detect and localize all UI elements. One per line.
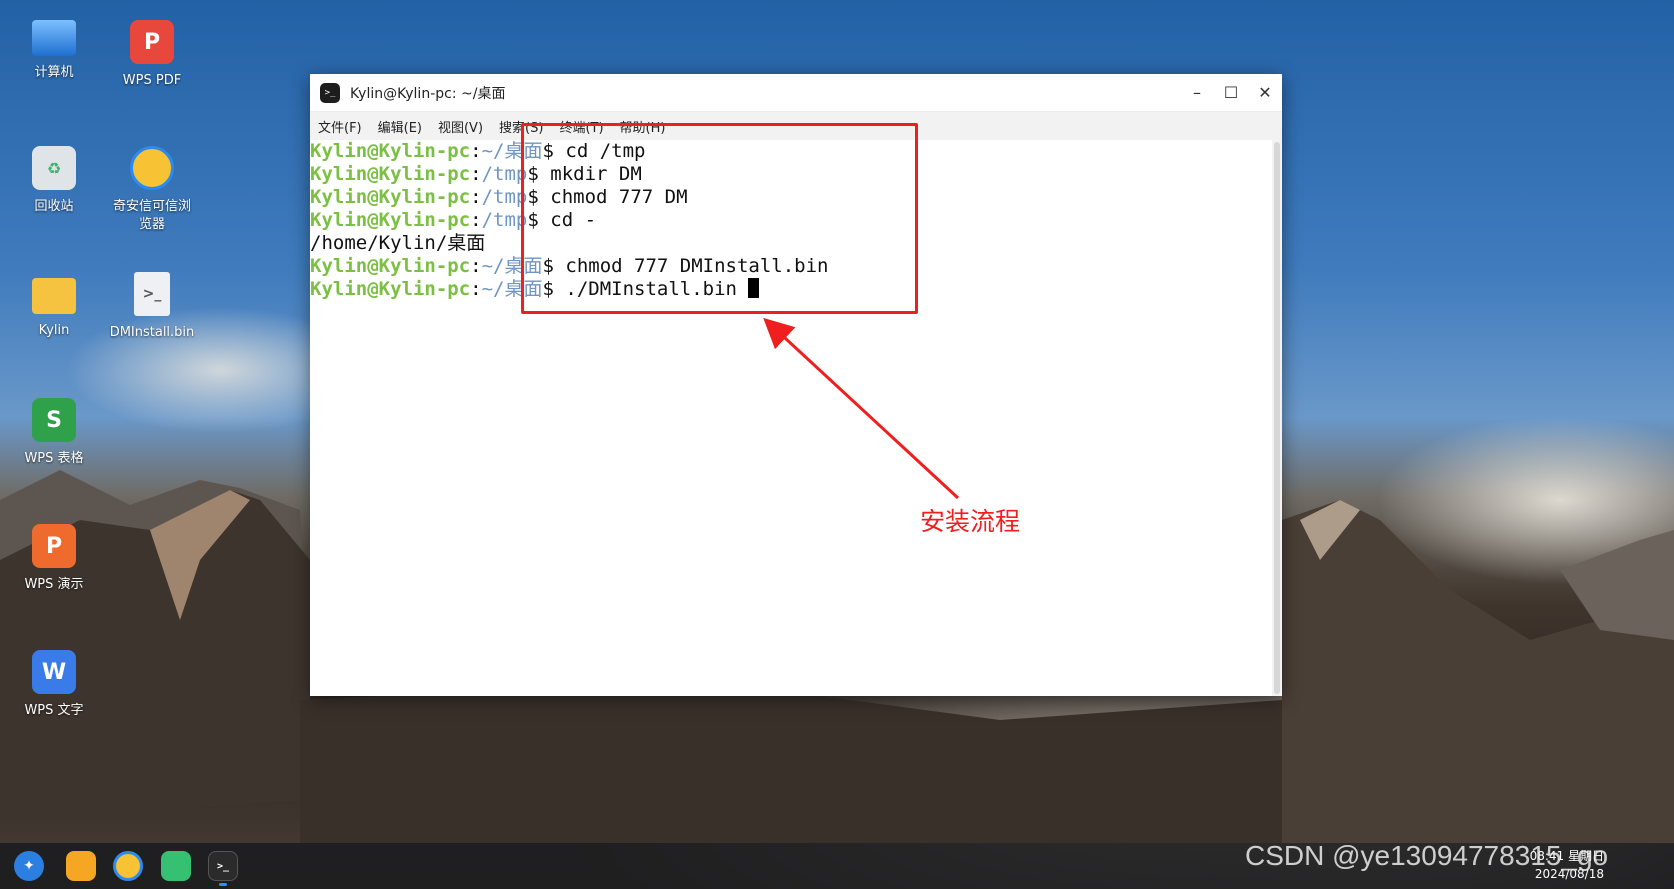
desktop-icon-wps-pdf[interactable]: P WPS PDF: [104, 20, 200, 90]
desktop-icon-wps-presentation[interactable]: P WPS 演示: [6, 524, 102, 594]
window-title: Kylin@Kylin-pc: ~/桌面: [350, 85, 506, 102]
desktop-icon-label: 奇安信可信浏览器: [112, 199, 191, 232]
window-titlebar[interactable]: >_ Kylin@Kylin-pc: ~/桌面 – ☐ ✕: [310, 74, 1282, 112]
browser-taskbar-icon[interactable]: [113, 851, 143, 881]
desktop-icon-label: Kylin: [38, 323, 70, 338]
desktop-icon-label: WPS 演示: [24, 577, 84, 592]
desktop-icon-label: WPS 文字: [24, 703, 84, 718]
menu-file[interactable]: 文件(F): [318, 117, 362, 136]
file-manager-icon[interactable]: [66, 851, 96, 881]
desktop-icon-label: WPS 表格: [24, 451, 84, 466]
terminal-icon: >_: [320, 82, 340, 103]
menu-view[interactable]: 视图(V): [438, 117, 483, 136]
desktop-icon-label: DMInstall.bin: [109, 325, 195, 340]
software-store-icon[interactable]: [161, 851, 191, 881]
scrollbar[interactable]: [1272, 140, 1282, 696]
desktop-icon-wps-spreadsheet[interactable]: S WPS 表格: [6, 398, 102, 468]
scrollbar-thumb[interactable]: [1274, 142, 1280, 694]
desktop-icon-browser[interactable]: 奇安信可信浏览器: [104, 146, 200, 234]
terminal-taskbar-icon[interactable]: >_: [208, 851, 238, 881]
desktop-icon-label: 计算机: [34, 65, 74, 80]
desktop-icon-label: 回收站: [34, 199, 74, 214]
minimize-icon[interactable]: –: [1180, 74, 1214, 112]
desktop-icon-kylin-folder[interactable]: Kylin: [6, 272, 102, 340]
desktop-icon-wps-writer[interactable]: W WPS 文字: [6, 650, 102, 720]
wps-presentation-icon: P: [32, 524, 76, 568]
active-indicator: [219, 883, 227, 886]
wps-writer-icon: W: [32, 650, 76, 694]
maximize-icon[interactable]: ☐: [1214, 74, 1248, 112]
file-icon: >_: [134, 272, 170, 316]
close-icon[interactable]: ✕: [1248, 74, 1282, 112]
watermark: CSDN @ye13094778315_go: [1245, 840, 1609, 871]
annotation-label: 安装流程: [920, 507, 1021, 536]
wps-pdf-icon: P: [130, 20, 174, 64]
browser-icon: [130, 146, 174, 190]
desktop-icon-label: WPS PDF: [122, 73, 182, 88]
start-menu-icon[interactable]: ✦: [14, 851, 44, 881]
folder-icon: [32, 278, 76, 314]
desktop-icon-recycle-bin[interactable]: ♻ 回收站: [6, 146, 102, 216]
desktop-icon-dminstall[interactable]: >_ DMInstall.bin: [104, 272, 200, 342]
wps-spreadsheet-icon: S: [32, 398, 76, 442]
desktop-icon-computer[interactable]: 计算机: [6, 20, 102, 82]
annotation-highlight-box: [521, 123, 918, 314]
computer-icon: [32, 20, 76, 56]
menu-edit[interactable]: 编辑(E): [378, 117, 422, 136]
recycle-bin-icon: ♻: [32, 146, 76, 190]
